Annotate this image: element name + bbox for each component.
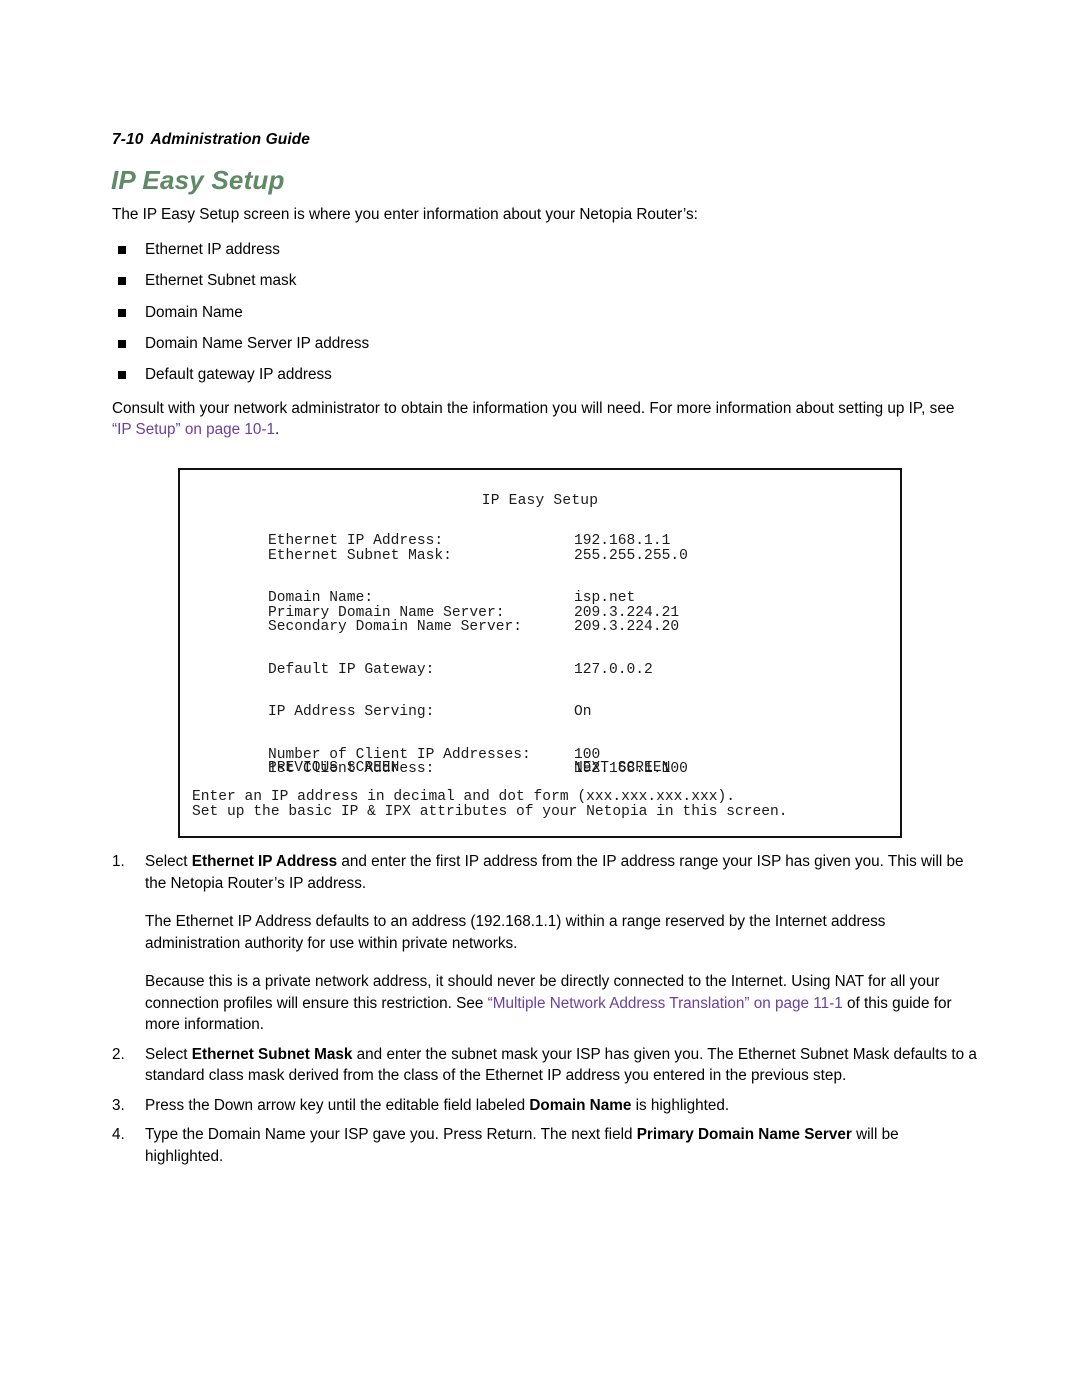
step-body: Type the Domain Name your ISP gave you. … [145,1124,978,1167]
square-bullet-icon [118,277,126,286]
step-body: Press the Down arrow key until the edita… [145,1095,978,1117]
guide-title: Administration Guide [150,131,311,148]
emphasis-term: Domain Name [529,1096,632,1114]
running-header: 7-10 Administration Guide [112,131,310,149]
page-folio: 7-10 [112,131,144,148]
terminal-field-value[interactable]: 255.255.255.0 [574,548,688,564]
terminal-field-label: Default IP Gateway: [268,661,435,678]
emphasis-term: Primary Domain Name Server [636,1126,852,1143]
terminal-title: IP Easy Setup [481,493,599,509]
list-item-label: Domain Name Server IP address [145,334,370,352]
numbered-step: 3. Press the Down arrow key until the edi… [112,1095,978,1117]
step-text: Select [145,853,192,870]
list-item-label: Domain Name [145,303,243,321]
terminal-field-label: Ethernet Subnet Mask: [268,547,452,564]
list-item-label: Default gateway IP address [145,366,332,384]
terminal-help-text: Enter an IP address in decimal and dot f… [192,790,788,819]
list-item-label: Ethernet Subnet mask [145,272,297,290]
step-number: 1. [112,853,125,870]
step-number: 3. [112,1096,125,1114]
square-bullet-icon [118,308,126,317]
step-text: Select [145,1045,192,1063]
next-screen-button[interactable]: NEXT SCREEN [574,761,670,776]
terminal-help-line: Enter an IP address in decimal and dot f… [192,789,735,805]
terminal-field-value[interactable]: 209.3.224.21 [574,605,679,621]
document-page: 7-10 Administration Guide IP Easy Setup T… [0,0,1080,1397]
terminal-field-label: IP Address Serving: [268,704,435,720]
terminal-help-line: Set up the basic IP & IPX attributes of … [192,803,788,820]
terminal-field-value[interactable]: isp.net [574,591,635,606]
numbered-step: 4. Type the Domain Name your ISP gave you… [112,1124,978,1167]
step-text: The Ethernet IP Address defaults to an a… [145,913,886,952]
consult-text-before: Consult with your network administrator … [112,400,955,417]
list-item: Ethernet Subnet mask [112,271,812,302]
terminal-field-value[interactable]: 209.3.224.20 [574,620,679,635]
section-heading: IP Easy Setup [111,165,285,195]
step-text: Press the Down arrow key until the edita… [145,1096,530,1114]
emphasis-term: Ethernet Subnet Mask [191,1045,353,1063]
terminal-screen-content: IP Easy Setup Ethernet IP Address: 192.16… [180,470,900,836]
previous-screen-button[interactable]: PREVIOUS SCREEN [268,761,399,776]
step-sub-paragraph: The Ethernet IP Address defaults to an a… [145,911,978,954]
feature-bullet-list: Ethernet IP address Ethernet Subnet mask D… [112,240,812,396]
square-bullet-icon [118,339,126,348]
list-item: Default gateway IP address [112,365,812,396]
step-text: Type the Domain Name your ISP gave you. … [145,1126,637,1143]
numbered-step: 1. Select Ethernet IP Address and enter t… [112,851,978,1036]
step-sub-paragraph: Because this is a private network addres… [145,971,978,1036]
step-body: Select Ethernet Subnet Mask and enter th… [145,1044,978,1087]
terminal-field-label: Ethernet IP Address: [268,533,444,549]
cross-reference-link-ip-setup[interactable]: “IP Setup” on page 10-1 [112,421,275,438]
terminal-field-label: Domain Name: [268,590,374,606]
step-number: 4. [112,1126,125,1143]
list-item: Domain Name Server IP address [112,334,812,365]
list-item-label: Ethernet IP address [145,241,280,258]
numbered-step-list: 1. Select Ethernet IP Address and enter t… [112,851,978,1175]
terminal-field-value[interactable]: 192.168.1.1 [574,534,670,549]
intro-paragraph: The IP Easy Setup screen is where you en… [112,206,698,223]
list-item: Domain Name [112,303,812,334]
numbered-step: 2. Select Ethernet Subnet Mask and enter … [112,1044,978,1087]
terminal-field-value[interactable]: On [574,705,592,720]
square-bullet-icon [118,371,126,380]
terminal-field-value[interactable]: 127.0.0.2 [574,662,653,678]
step-number: 2. [112,1045,125,1063]
square-bullet-icon [118,246,126,254]
terminal-screen-figure: IP Easy Setup Ethernet IP Address: 192.16… [178,468,902,838]
consult-text-after: . [275,421,280,438]
terminal-field-label: Primary Domain Name Server: [268,604,505,621]
terminal-field-label: Secondary Domain Name Server: [268,619,522,635]
list-item: Ethernet IP address [112,240,812,271]
consult-paragraph: Consult with your network administrator … [112,398,964,440]
emphasis-term: Ethernet IP Address [191,853,338,870]
cross-reference-link-nat[interactable]: “Multiple Network Address Translation” o… [488,995,843,1012]
step-body: Select Ethernet IP Address and enter the… [145,851,978,894]
step-text: is highlighted. [631,1096,730,1114]
